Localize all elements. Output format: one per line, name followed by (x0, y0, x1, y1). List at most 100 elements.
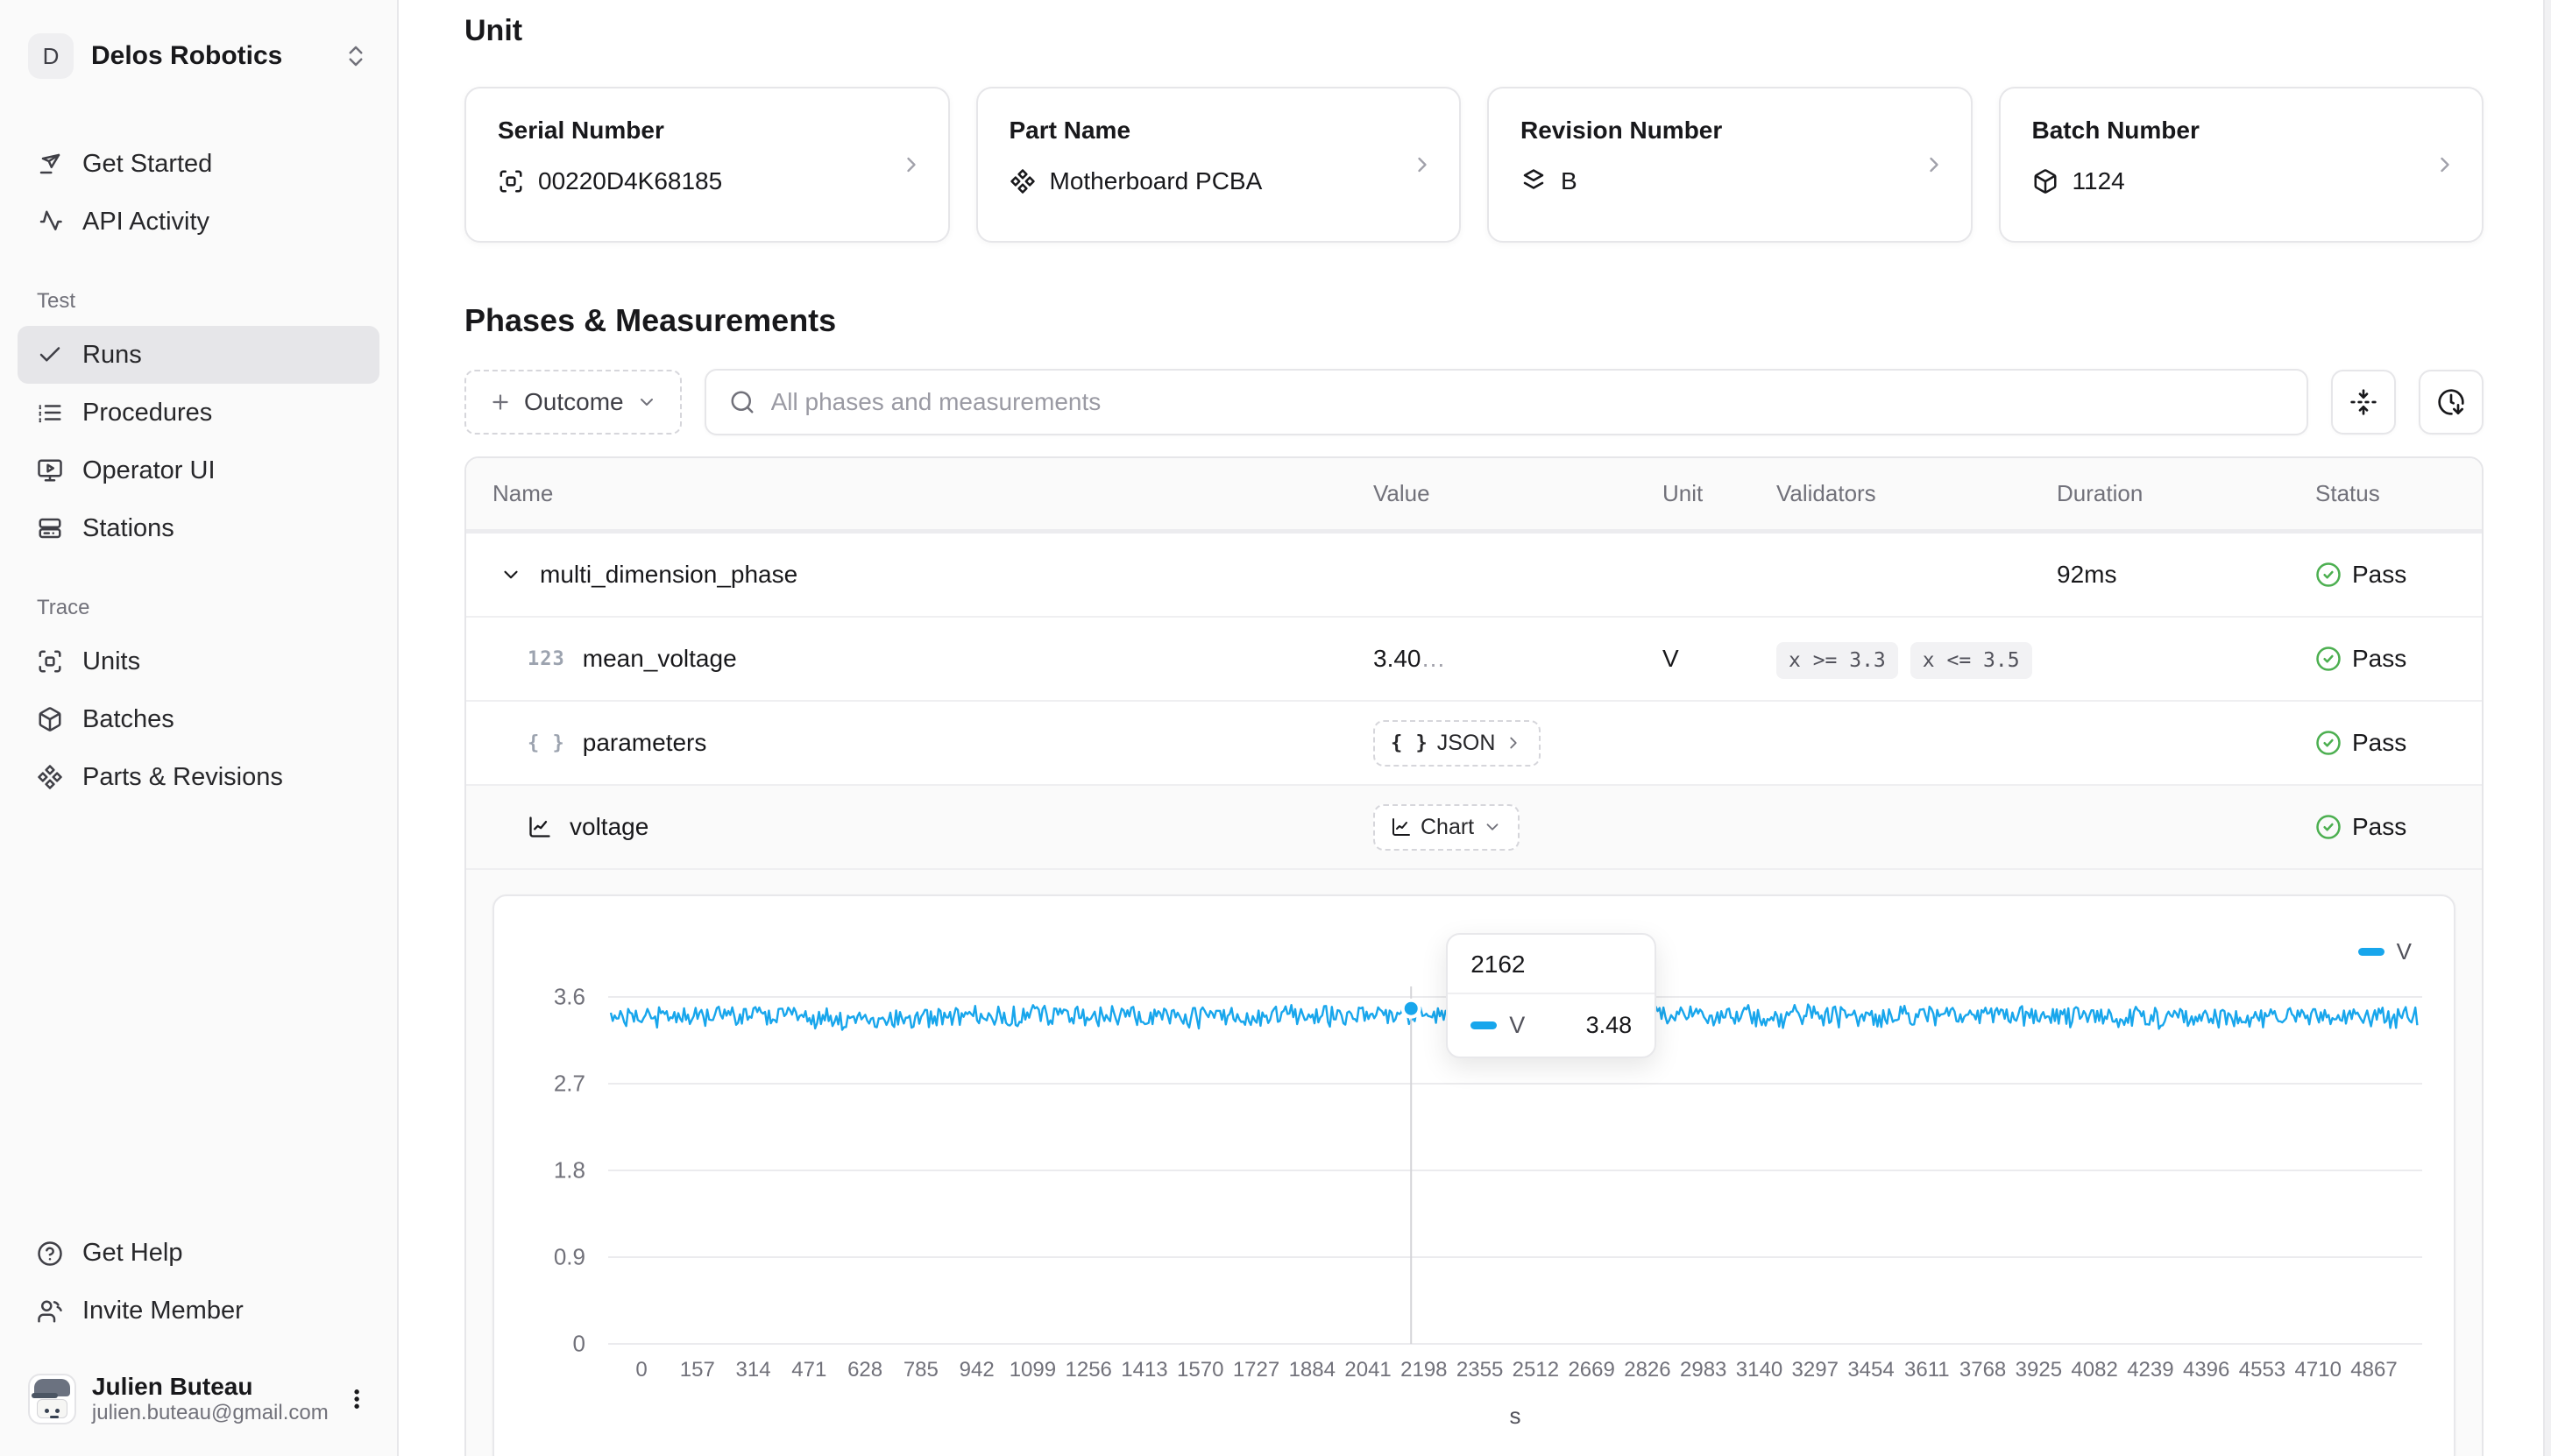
sidebar-item-label: Units (82, 647, 140, 676)
list-icon (37, 399, 63, 426)
fold-vertical-icon (2349, 388, 2377, 416)
search-icon (729, 389, 755, 415)
ellipsis-vertical-icon[interactable] (344, 1386, 369, 1412)
sidebar-item-label: Procedures (82, 399, 212, 428)
sidebar-item-procedures[interactable]: Procedures (18, 384, 379, 442)
sidebar-item-batches[interactable]: Batches (18, 690, 379, 748)
box-icon (2032, 168, 2059, 194)
box-icon (37, 706, 63, 732)
x-axis-tick: 3611 (1904, 1358, 1950, 1382)
x-axis-tick: 2355 (1456, 1358, 1503, 1382)
sidebar-item-parts-revisions[interactable]: Parts & Revisions (18, 748, 379, 806)
sidebar-item-label: Parts & Revisions (82, 763, 283, 792)
chevron-right-icon (1504, 733, 1523, 753)
table-row-parameters[interactable]: { } parameters { } JSON Pass (466, 702, 2482, 786)
part-name-card[interactable]: Part Name Motherboard PCBA (976, 87, 1462, 243)
x-axis-tick: 942 (960, 1358, 995, 1382)
sidebar-item-get-started[interactable]: Get Started (18, 135, 379, 193)
serial-number-card[interactable]: Serial Number 00220D4K68185 (464, 87, 950, 243)
sidebar-item-invite-member[interactable]: Invite Member (18, 1283, 379, 1340)
x-axis-tick: 3768 (1959, 1358, 2006, 1382)
batch-number-value: 1124 (2073, 167, 2125, 195)
series-swatch (1470, 1021, 1497, 1029)
x-axis-tick: 1256 (1065, 1358, 1111, 1382)
column-header-validators: Validators (1776, 480, 2057, 507)
monitor-play-icon (37, 457, 63, 484)
phase-duration: 92ms (2057, 561, 2315, 589)
card-label: Serial Number (498, 117, 917, 145)
user-name: Julien Buteau (92, 1372, 329, 1402)
sidebar-item-api-activity[interactable]: API Activity (18, 193, 379, 251)
activity-icon (37, 209, 63, 235)
chevron-down-icon (1483, 817, 1502, 837)
collapse-rows-button[interactable] (2331, 370, 2396, 435)
table-row-multi-dimension-phase[interactable]: multi_dimension_phase 92ms Pass (466, 534, 2482, 618)
chart-legend[interactable]: V (2358, 938, 2412, 965)
org-avatar: D (28, 33, 74, 79)
check-icon (37, 342, 63, 368)
x-axis-tick: 1884 (1289, 1358, 1336, 1382)
json-expand-pill[interactable]: { } JSON (1373, 720, 1541, 767)
avatar (28, 1374, 76, 1424)
component-icon (37, 764, 63, 790)
sidebar-section-test: Test (18, 289, 379, 314)
sidebar-item-runs[interactable]: Runs (18, 326, 379, 384)
layers-icon (1520, 168, 1547, 194)
chevron-right-icon (899, 152, 924, 177)
y-axis-tick: 2.7 (507, 1071, 585, 1098)
measurements-table: Name Value Unit Validators Duration Stat… (464, 456, 2484, 1456)
sidebar: D Delos Robotics Get Started API Activit… (0, 0, 399, 1456)
x-axis-unit-label: s (1510, 1403, 1521, 1430)
sidebar-item-label: Get Help (82, 1239, 182, 1268)
x-axis-tick: 3297 (1792, 1358, 1839, 1382)
revision-number-card[interactable]: Revision Number B (1487, 87, 1973, 243)
sidebar-item-get-help[interactable]: Get Help (18, 1225, 379, 1283)
search-input[interactable] (771, 388, 2284, 416)
circle-check-icon (2315, 562, 2342, 588)
x-axis-tick: 1727 (1233, 1358, 1279, 1382)
card-label: Revision Number (1520, 117, 1939, 145)
x-axis-tick: 4082 (2071, 1358, 2117, 1382)
search-box (705, 369, 2308, 435)
chevron-right-icon (1410, 152, 1435, 177)
status-badge: Pass (2315, 729, 2482, 757)
history-button[interactable] (2419, 370, 2484, 435)
sidebar-item-units[interactable]: Units (18, 633, 379, 690)
component-icon (1010, 168, 1036, 194)
sidebar-item-label: API Activity (82, 208, 209, 237)
voltage-chart-expanded-section: 00.91.82.73.6 01573144716287859421099125… (466, 870, 2482, 1456)
x-axis-tick: 3925 (2016, 1358, 2062, 1382)
x-axis-tick: 157 (680, 1358, 715, 1382)
user-menu[interactable]: Julien Buteau julien.buteau@gmail.com (18, 1363, 379, 1435)
status-badge: Pass (2315, 645, 2482, 673)
table-row-voltage[interactable]: voltage Chart Pass (466, 786, 2482, 870)
vertical-scrollbar[interactable] (2543, 0, 2551, 1456)
phases-section-title: Phases & Measurements (464, 302, 2551, 339)
voltage-chart[interactable]: 00.91.82.73.6 01573144716287859421099125… (492, 894, 2455, 1456)
validator-badge: x <= 3.5 (1910, 642, 2032, 679)
x-axis-tick: 2198 (1400, 1358, 1447, 1382)
measurement-unit: V (1662, 645, 1776, 673)
sidebar-item-stations[interactable]: Stations (18, 499, 379, 557)
tooltip-x-value: 2162 (1448, 935, 1655, 994)
chevron-right-icon (2433, 152, 2457, 177)
table-header-row: Name Value Unit Validators Duration Stat… (466, 458, 2482, 534)
sidebar-item-operator-ui[interactable]: Operator UI (18, 442, 379, 499)
chart-tooltip: 2162 V 3.48 (1446, 933, 1656, 1058)
y-axis-tick: 3.6 (507, 984, 585, 1011)
x-axis-tick: 2512 (1513, 1358, 1559, 1382)
help-circle-icon (37, 1240, 63, 1267)
outcome-filter-button[interactable]: Outcome (464, 370, 682, 435)
org-switcher[interactable]: D Delos Robotics (18, 26, 379, 86)
sidebar-item-label: Get Started (82, 150, 212, 179)
chart-toggle-pill[interactable]: Chart (1373, 804, 1520, 851)
measurement-name: voltage (570, 813, 648, 841)
chevron-down-icon[interactable] (500, 563, 522, 586)
sidebar-section-trace: Trace (18, 596, 379, 620)
x-axis-tick: 628 (847, 1358, 882, 1382)
x-axis-tick: 3454 (1847, 1358, 1894, 1382)
hovered-data-point (1403, 1000, 1420, 1017)
batch-number-card[interactable]: Batch Number 1124 (1999, 87, 2484, 243)
table-row-mean-voltage[interactable]: 123 mean_voltage 3.40… V x >= 3.3x <= 3.… (466, 618, 2482, 702)
x-axis-tick: 4867 (2350, 1358, 2397, 1382)
